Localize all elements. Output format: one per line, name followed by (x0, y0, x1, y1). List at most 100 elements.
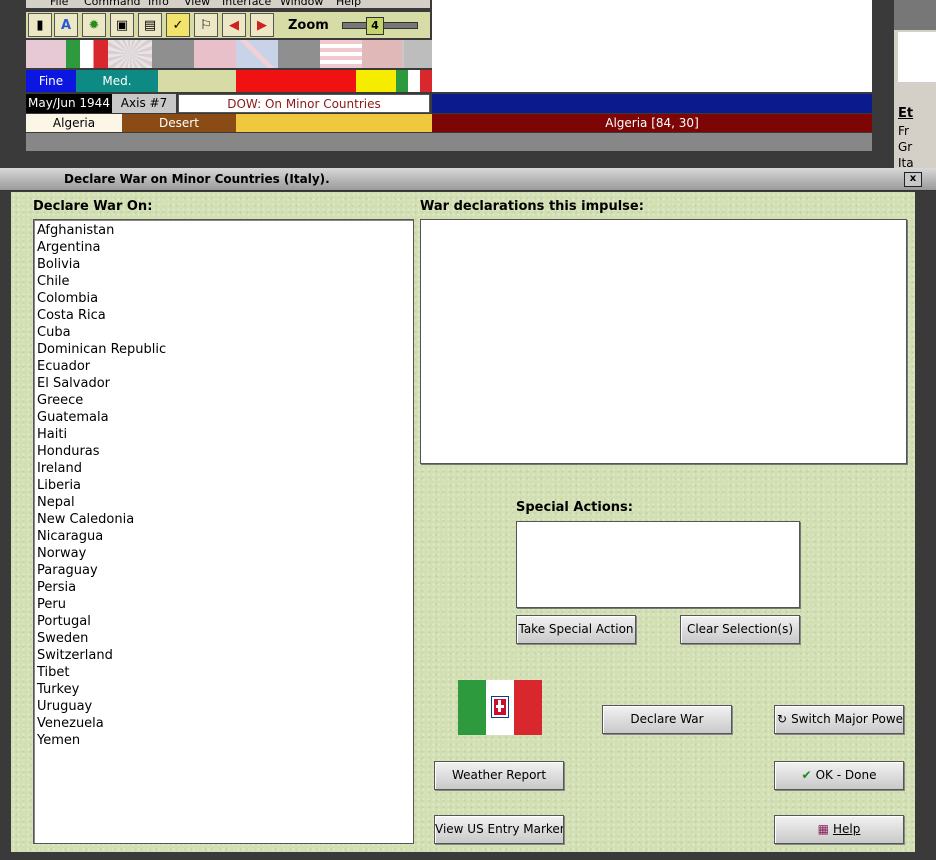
flag-france[interactable] (26, 40, 66, 68)
tank-icon[interactable]: ▮ (28, 13, 52, 37)
declare-war-button[interactable]: Declare War (602, 705, 732, 734)
country-list-item[interactable]: Turkey (37, 681, 413, 698)
special-actions-header: Special Actions: (516, 500, 633, 515)
flag-ussr[interactable] (362, 40, 402, 68)
country-list-item[interactable]: Uruguay (37, 698, 413, 715)
ok-done-label: OK - Done (815, 768, 877, 782)
map-area[interactable] (432, 0, 872, 92)
turn-date: May/Jun 1944 (26, 94, 112, 113)
dialog-title: Declare War on Minor Countries (Italy). (64, 172, 330, 186)
take-special-action-button[interactable]: Take Special Action (516, 615, 636, 644)
toolbar: ▮ A ✹ ▣ ▤ ✓ ⚐ ◀ ▶ Zoom 4 (26, 12, 430, 38)
country-list-item[interactable]: Ireland (37, 460, 413, 477)
country-list-item[interactable]: New Caledonia (37, 511, 413, 528)
country-list-item[interactable]: Bolivia (37, 256, 413, 273)
country-list-item[interactable]: Nepal (37, 494, 413, 511)
country-list-item[interactable]: Peru (37, 596, 413, 613)
country-list-item[interactable]: Guatemala (37, 409, 413, 426)
country-list-item[interactable]: Haiti (37, 426, 413, 443)
phase-label: DOW: On Minor Countries (178, 94, 430, 113)
country-list-item[interactable]: Ecuador (37, 358, 413, 375)
help-book-icon: ▦ (817, 822, 829, 836)
weather-row: Fine Med. (26, 70, 432, 92)
declare-war-header: Declare War On: (33, 199, 153, 214)
switch-major-power-button[interactable]: ↻ Switch Major Power (774, 705, 904, 734)
country-list-item[interactable]: Colombia (37, 290, 413, 307)
hex-location: Algeria [84, 30] (432, 114, 872, 132)
menu-help[interactable]: Help (336, 0, 361, 8)
country-list-item[interactable]: Yemen (37, 732, 413, 749)
help-button[interactable]: ▦ Help (774, 815, 904, 844)
war-declarations-list[interactable] (420, 219, 907, 464)
zoom-label: Zoom (288, 18, 329, 33)
country-list-item[interactable]: Tibet (37, 664, 413, 681)
view-us-entry-markers-button[interactable]: View US Entry Markers (434, 815, 564, 844)
info-row (26, 133, 872, 151)
weather-blank (158, 70, 236, 92)
special-actions-list[interactable] (516, 521, 800, 608)
country-list-item[interactable]: Greece (37, 392, 413, 409)
flag-china[interactable] (194, 40, 236, 68)
country-list-item[interactable]: Dominican Republic (37, 341, 413, 358)
menu-command[interactable]: Command (84, 0, 141, 8)
country-list-item[interactable]: Venezuela (37, 715, 413, 732)
country-list-item[interactable]: Portugal (37, 613, 413, 630)
impulse-label: Axis #7 (112, 94, 176, 113)
gear-icon[interactable]: ✹ (82, 13, 106, 37)
font-icon[interactable]: A (54, 13, 78, 37)
phase-bar (432, 94, 872, 113)
menu-view[interactable]: View (184, 0, 210, 8)
side-panel-line: Ita (898, 156, 914, 168)
country-list-item[interactable]: Cuba (37, 324, 413, 341)
italy-flag (458, 680, 542, 735)
layers-icon[interactable]: ▤ (138, 13, 162, 37)
country-list-item[interactable]: Nicaragua (37, 528, 413, 545)
terrain-row: Algeria Desert Algeria [84, 30] (26, 114, 872, 132)
clear-selection-button[interactable]: Clear Selection(s) (680, 615, 800, 644)
checkmark-icon: ✔ (801, 768, 812, 782)
country-list-item[interactable]: Honduras (37, 443, 413, 460)
dialog-titlebar[interactable]: Declare War on Minor Countries (Italy). … (0, 168, 936, 191)
menu-interface[interactable]: Interface (222, 0, 271, 8)
country-list-item[interactable]: Persia (37, 579, 413, 596)
weather-report-button[interactable]: Weather Report (434, 761, 564, 790)
switch-major-power-label: Switch Major Power (791, 712, 904, 726)
arrow-left-icon[interactable]: ◀ (222, 13, 246, 37)
country-list-item[interactable]: Afghanistan (37, 222, 413, 239)
menu-info[interactable]: Info (148, 0, 169, 8)
menu-window[interactable]: Window (280, 0, 323, 8)
country-list-item[interactable]: El Salvador (37, 375, 413, 392)
ok-done-button[interactable]: ✔ OK - Done (774, 761, 904, 790)
country-list-item[interactable]: Sweden (37, 630, 413, 647)
country-list-item[interactable]: Chile (37, 273, 413, 290)
weather-red (236, 70, 356, 92)
flag-usa[interactable] (320, 40, 362, 68)
checkmark-icon[interactable]: ✓ (166, 13, 190, 37)
flag-italy[interactable] (66, 40, 108, 68)
flag-britain[interactable] (236, 40, 278, 68)
country-list-item[interactable]: Argentina (37, 239, 413, 256)
zoom-thumb[interactable]: 4 (366, 17, 384, 35)
terrain-region: Algeria (26, 114, 122, 132)
menu-file[interactable]: File (50, 0, 68, 8)
close-icon[interactable]: x (904, 172, 922, 187)
flag-icon[interactable]: ⚐ (194, 13, 218, 37)
country-list-item[interactable]: Paraguay (37, 562, 413, 579)
country-list-item[interactable]: Liberia (37, 477, 413, 494)
major-power-flags (26, 40, 432, 68)
country-list-item[interactable]: Switzerland (37, 647, 413, 664)
terrain-type: Desert (122, 114, 236, 132)
weather-fine: Fine (26, 70, 76, 92)
declare-war-dialog: Declare War on Minor Countries (Italy). … (0, 168, 936, 860)
country-list-item[interactable]: Costa Rica (37, 307, 413, 324)
country-list-item[interactable]: Norway (37, 545, 413, 562)
switch-icon: ↻ (777, 712, 788, 726)
grid-icon[interactable]: ▣ (110, 13, 134, 37)
country-list[interactable]: Afghanistan Argentina Bolivia Chile Colombia… (33, 219, 414, 844)
flag-neutral[interactable] (404, 40, 432, 68)
weather-yellow (356, 70, 396, 92)
side-panel-title: Et (898, 106, 914, 121)
flag-japan[interactable] (108, 40, 152, 68)
flag-empty (152, 40, 194, 68)
arrow-right-icon[interactable]: ▶ (250, 13, 274, 37)
